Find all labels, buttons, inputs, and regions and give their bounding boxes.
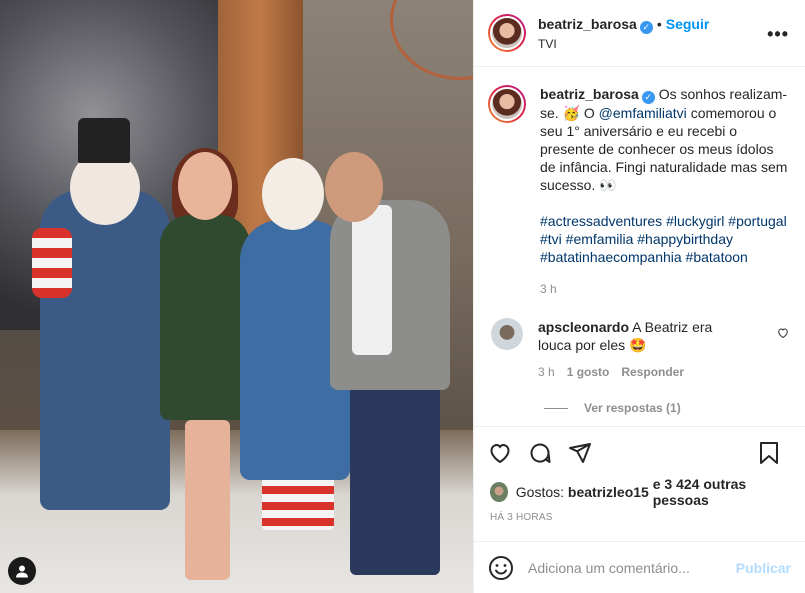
publish-button[interactable]: Publicar (736, 560, 791, 576)
replies-line (544, 407, 568, 409)
woman-figure (160, 215, 250, 420)
post-photo[interactable] (0, 0, 473, 593)
post-header: beatriz_barosa ✓ • Seguir TVI ••• (474, 0, 805, 67)
man-legs (350, 375, 440, 575)
likes-prefix: Gostos: (515, 484, 565, 500)
heart-icon[interactable] (486, 439, 514, 467)
comment-icon[interactable] (526, 439, 554, 467)
view-replies-label[interactable]: Ver respostas (1) (584, 401, 681, 415)
comment-heart-icon[interactable] (777, 326, 789, 342)
post-sidebar: beatriz_barosa ✓ • Seguir TVI ••• beatriz_b… (473, 0, 805, 593)
caption-hashtags[interactable]: #actressadventures #luckygirl #portugal … (540, 212, 791, 266)
clown-left-hat (78, 118, 130, 163)
likes-summary: Gostos: beatrizleo15 e 3 424 outras pess… (474, 476, 805, 508)
verified-icon: ✓ (641, 91, 655, 104)
author-username[interactable]: beatriz_barosa (538, 16, 637, 32)
woman-legs (185, 420, 230, 580)
liker-username[interactable]: beatrizleo15 (568, 484, 649, 500)
more-options-icon[interactable]: ••• (767, 24, 789, 45)
woman-head (178, 152, 232, 220)
liker-avatar[interactable] (490, 482, 508, 502)
comments-section[interactable]: beatriz_barosa ✓ Os sonhos realizam-se. 🥳… (474, 67, 805, 426)
view-replies-button[interactable]: Ver respostas (1) (544, 401, 791, 415)
comment-reply-button[interactable]: Responder (621, 365, 684, 379)
author-avatar[interactable] (488, 14, 526, 52)
bookmark-icon[interactable] (755, 439, 783, 467)
clown-right-head (262, 158, 324, 230)
clown-left-sleeve (32, 228, 72, 298)
separator-dot: • (656, 15, 662, 32)
post-header-text: beatriz_barosa ✓ • Seguir TVI (538, 16, 709, 51)
caption-time[interactable]: 3 h (540, 280, 791, 298)
follow-button[interactable]: Seguir (666, 16, 710, 32)
comment-time[interactable]: 3 h (538, 365, 555, 379)
smiley-icon[interactable] (488, 555, 514, 581)
comment-meta: 3 h 1 gosto Responder (538, 363, 738, 381)
man-shirt (352, 205, 392, 355)
comment-item: apscleonardo A Beatriz era louca por ele… (488, 318, 791, 381)
comment-likes[interactable]: 1 gosto (567, 365, 610, 379)
post-location[interactable]: TVI (538, 37, 709, 51)
commenter-avatar[interactable] (491, 318, 523, 350)
comment-input[interactable]: Adiciona um comentário... (528, 560, 736, 576)
caption: beatriz_barosa ✓ Os sonhos realizam-se. 🥳… (488, 85, 791, 298)
send-icon[interactable] (566, 439, 594, 467)
commenter-username[interactable]: apscleonardo (538, 319, 629, 335)
comment-body: apscleonardo A Beatriz era louca por ele… (538, 318, 738, 381)
verified-icon: ✓ (639, 20, 653, 34)
action-bar (474, 426, 805, 478)
post-time-ago[interactable]: HÁ 3 HORAS (474, 512, 805, 523)
caption-mention[interactable]: @emfamiliatvi (599, 105, 687, 121)
man-head (325, 152, 383, 222)
caption-body: beatriz_barosa ✓ Os sonhos realizam-se. 🥳… (540, 85, 791, 298)
caption-username[interactable]: beatriz_barosa (540, 86, 639, 102)
user-icon[interactable] (8, 557, 36, 585)
add-comment-bar: Adiciona um comentário... Publicar (474, 541, 805, 593)
instagram-post-view: beatriz_barosa ✓ • Seguir TVI ••• beatriz_b… (0, 0, 805, 593)
caption-author-avatar[interactable] (488, 85, 526, 123)
likes-others[interactable]: e 3 424 outras pessoas (653, 476, 789, 508)
